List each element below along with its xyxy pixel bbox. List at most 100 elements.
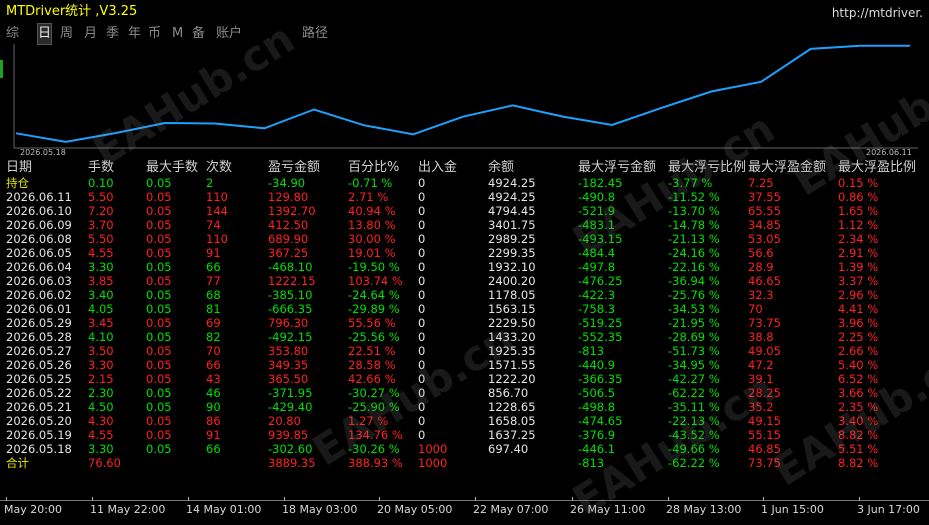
cell-col-6: 0 — [418, 218, 426, 232]
table-row: 2026.05.20 4.30 0.05 86 20.80 1.27 % 0 1658.05 -… — [0, 414, 929, 428]
cell-col-7: 4924.25 — [488, 190, 536, 204]
cell-col-6: 0 — [418, 344, 426, 358]
cell-col-11: 3.40 % — [838, 414, 879, 428]
cell-col-8: -484.4 — [578, 246, 616, 260]
cell-col-4: -666.35 — [268, 302, 313, 316]
cell-col-5: -25.56 % — [348, 330, 400, 344]
tab-5[interactable]: 年 — [128, 24, 141, 44]
cell-col-2: 0.05 — [146, 302, 172, 316]
cell-col-10: 49.05 — [748, 344, 781, 358]
tab-2[interactable]: 周 — [60, 24, 73, 44]
cell-col-8: -366.35 — [578, 372, 623, 386]
cell-col-9: -3.77 % — [668, 176, 713, 190]
cell-col-10: 39.1 — [748, 372, 774, 386]
xaxis-label: 28 May 13:00 — [666, 503, 742, 516]
cell-col-6: 0 — [418, 358, 426, 372]
tab-8[interactable]: 备 — [192, 24, 205, 44]
cell-col-0: 合计 — [6, 456, 29, 470]
cell-col-3: 66 — [206, 442, 221, 456]
cell-col-3: 91 — [206, 428, 221, 442]
cell-col-7: 856.70 — [488, 386, 529, 400]
cell-col-5: 19.01 % — [348, 246, 396, 260]
cell-col-10: 7.25 — [748, 176, 774, 190]
table-row: 2026.06.02 3.40 0.05 68 -385.10 -24.64 % 0 1178… — [0, 288, 929, 302]
tab-1[interactable]: 日 — [36, 23, 53, 45]
cell-col-4: 412.50 — [268, 218, 309, 232]
cell-col-4: 1222.15 — [268, 274, 316, 288]
tab-6[interactable]: 币 — [148, 24, 161, 44]
cell-col-1: 3.50 — [88, 344, 114, 358]
table-row: 2026.06.09 3.70 0.05 74 412.50 13.80 % 0 3401.7… — [0, 218, 929, 232]
cell-col-3: 69 — [206, 316, 221, 330]
cell-col-11: 5.40 % — [838, 358, 879, 372]
cell-col-7: 697.40 — [488, 442, 529, 456]
xaxis-tick — [668, 497, 669, 501]
cell-col-9: -13.70 % — [668, 204, 720, 218]
cell-col-11: 3.96 % — [838, 316, 879, 330]
cell-col-11: 2.66 % — [838, 344, 879, 358]
xaxis-label: 14 May 01:00 — [186, 503, 262, 516]
cell-col-0: 2026.05.21 — [6, 400, 72, 414]
cell-col-0: 2026.06.08 — [6, 232, 72, 246]
cell-col-5: -25.90 % — [348, 400, 400, 414]
xaxis-label: 18 May 03:00 — [282, 503, 358, 516]
tab-bar: 综日周月季年币 M 备账户 路径 — [0, 23, 929, 45]
cell-col-6: 0 — [418, 302, 426, 316]
cell-col-10: 65.55 — [748, 204, 781, 218]
cell-col-5: -19.50 % — [348, 260, 400, 274]
cell-col-11: 2.25 % — [838, 330, 879, 344]
cell-col-0: 2026.05.26 — [6, 358, 72, 372]
cell-col-10: 35.2 — [748, 400, 774, 414]
cell-col-10: 46.85 — [748, 442, 781, 456]
cell-col-6: 0 — [418, 400, 426, 414]
tab-3[interactable]: 月 — [84, 24, 97, 44]
cell-col-3: 66 — [206, 358, 221, 372]
cell-col-6: 0 — [418, 260, 426, 274]
cell-col-5: -24.64 % — [348, 288, 400, 302]
xaxis-label: 11 May 22:00 — [90, 503, 166, 516]
header-col-11: 最大浮盈比例 — [838, 160, 917, 175]
cell-col-6: 0 — [418, 316, 426, 330]
cell-col-7: 2299.35 — [488, 246, 536, 260]
cell-col-3: 77 — [206, 274, 221, 288]
url-link[interactable]: http://mtdriver. — [832, 6, 923, 20]
tab-9[interactable]: 账户 — [216, 24, 242, 44]
cell-col-9: -42.27 % — [668, 372, 720, 386]
cell-col-9: -21.95 % — [668, 316, 720, 330]
cell-col-2: 0.05 — [146, 400, 172, 414]
cell-col-10: 53.05 — [748, 232, 781, 246]
cell-col-11: 3.37 % — [838, 274, 879, 288]
cell-col-7: 2229.50 — [488, 316, 536, 330]
cell-col-2: 0.05 — [146, 246, 172, 260]
cell-col-8: -498.8 — [578, 400, 616, 414]
cell-col-3: 74 — [206, 218, 221, 232]
cell-col-0: 2026.06.10 — [6, 204, 72, 218]
table-header: 日期 手数 最大手数 次数 盈亏金额 百分比% 出入金 余额 最大浮亏金额 最大浮亏比例 最大浮盈金… — [0, 160, 929, 176]
table-row: 2026.06.01 4.05 0.05 81 -666.35 -29.89 % 0 1563… — [0, 302, 929, 316]
cell-col-8: -519.25 — [578, 316, 623, 330]
cell-col-10: 28.25 — [748, 386, 781, 400]
cell-col-4: 129.80 — [268, 190, 309, 204]
cell-col-0: 2026.06.03 — [6, 274, 72, 288]
table-row: 2026.06.04 3.30 0.05 66 -468.10 -19.50 % 0 1932… — [0, 260, 929, 274]
cell-col-9: -28.69 % — [668, 330, 720, 344]
cell-col-9: -34.53 % — [668, 302, 720, 316]
cell-col-8: -506.5 — [578, 386, 616, 400]
tab-4[interactable]: 季 — [106, 24, 119, 44]
cell-col-9: -62.22 % — [668, 386, 720, 400]
cell-col-2: 0.05 — [146, 344, 172, 358]
cell-col-11: 3.66 % — [838, 386, 879, 400]
cell-col-5: 103.74 % — [348, 274, 403, 288]
cell-col-3: 81 — [206, 302, 221, 316]
cell-col-4: -429.40 — [268, 400, 313, 414]
tab-10[interactable]: 路径 — [302, 24, 328, 44]
chart-start-date: 2026.05.18 — [20, 148, 66, 157]
cell-col-0: 2026.06.05 — [6, 246, 72, 260]
cell-col-3: 86 — [206, 414, 221, 428]
cell-col-8: -813 — [578, 456, 605, 470]
cell-col-1: 3.85 — [88, 274, 114, 288]
tab-7[interactable]: M — [172, 24, 183, 44]
tab-0[interactable]: 综 — [6, 24, 19, 44]
equity-chart: 2026.05.18 2026.06.11 — [13, 44, 918, 157]
cell-col-5: 55.56 % — [348, 316, 396, 330]
